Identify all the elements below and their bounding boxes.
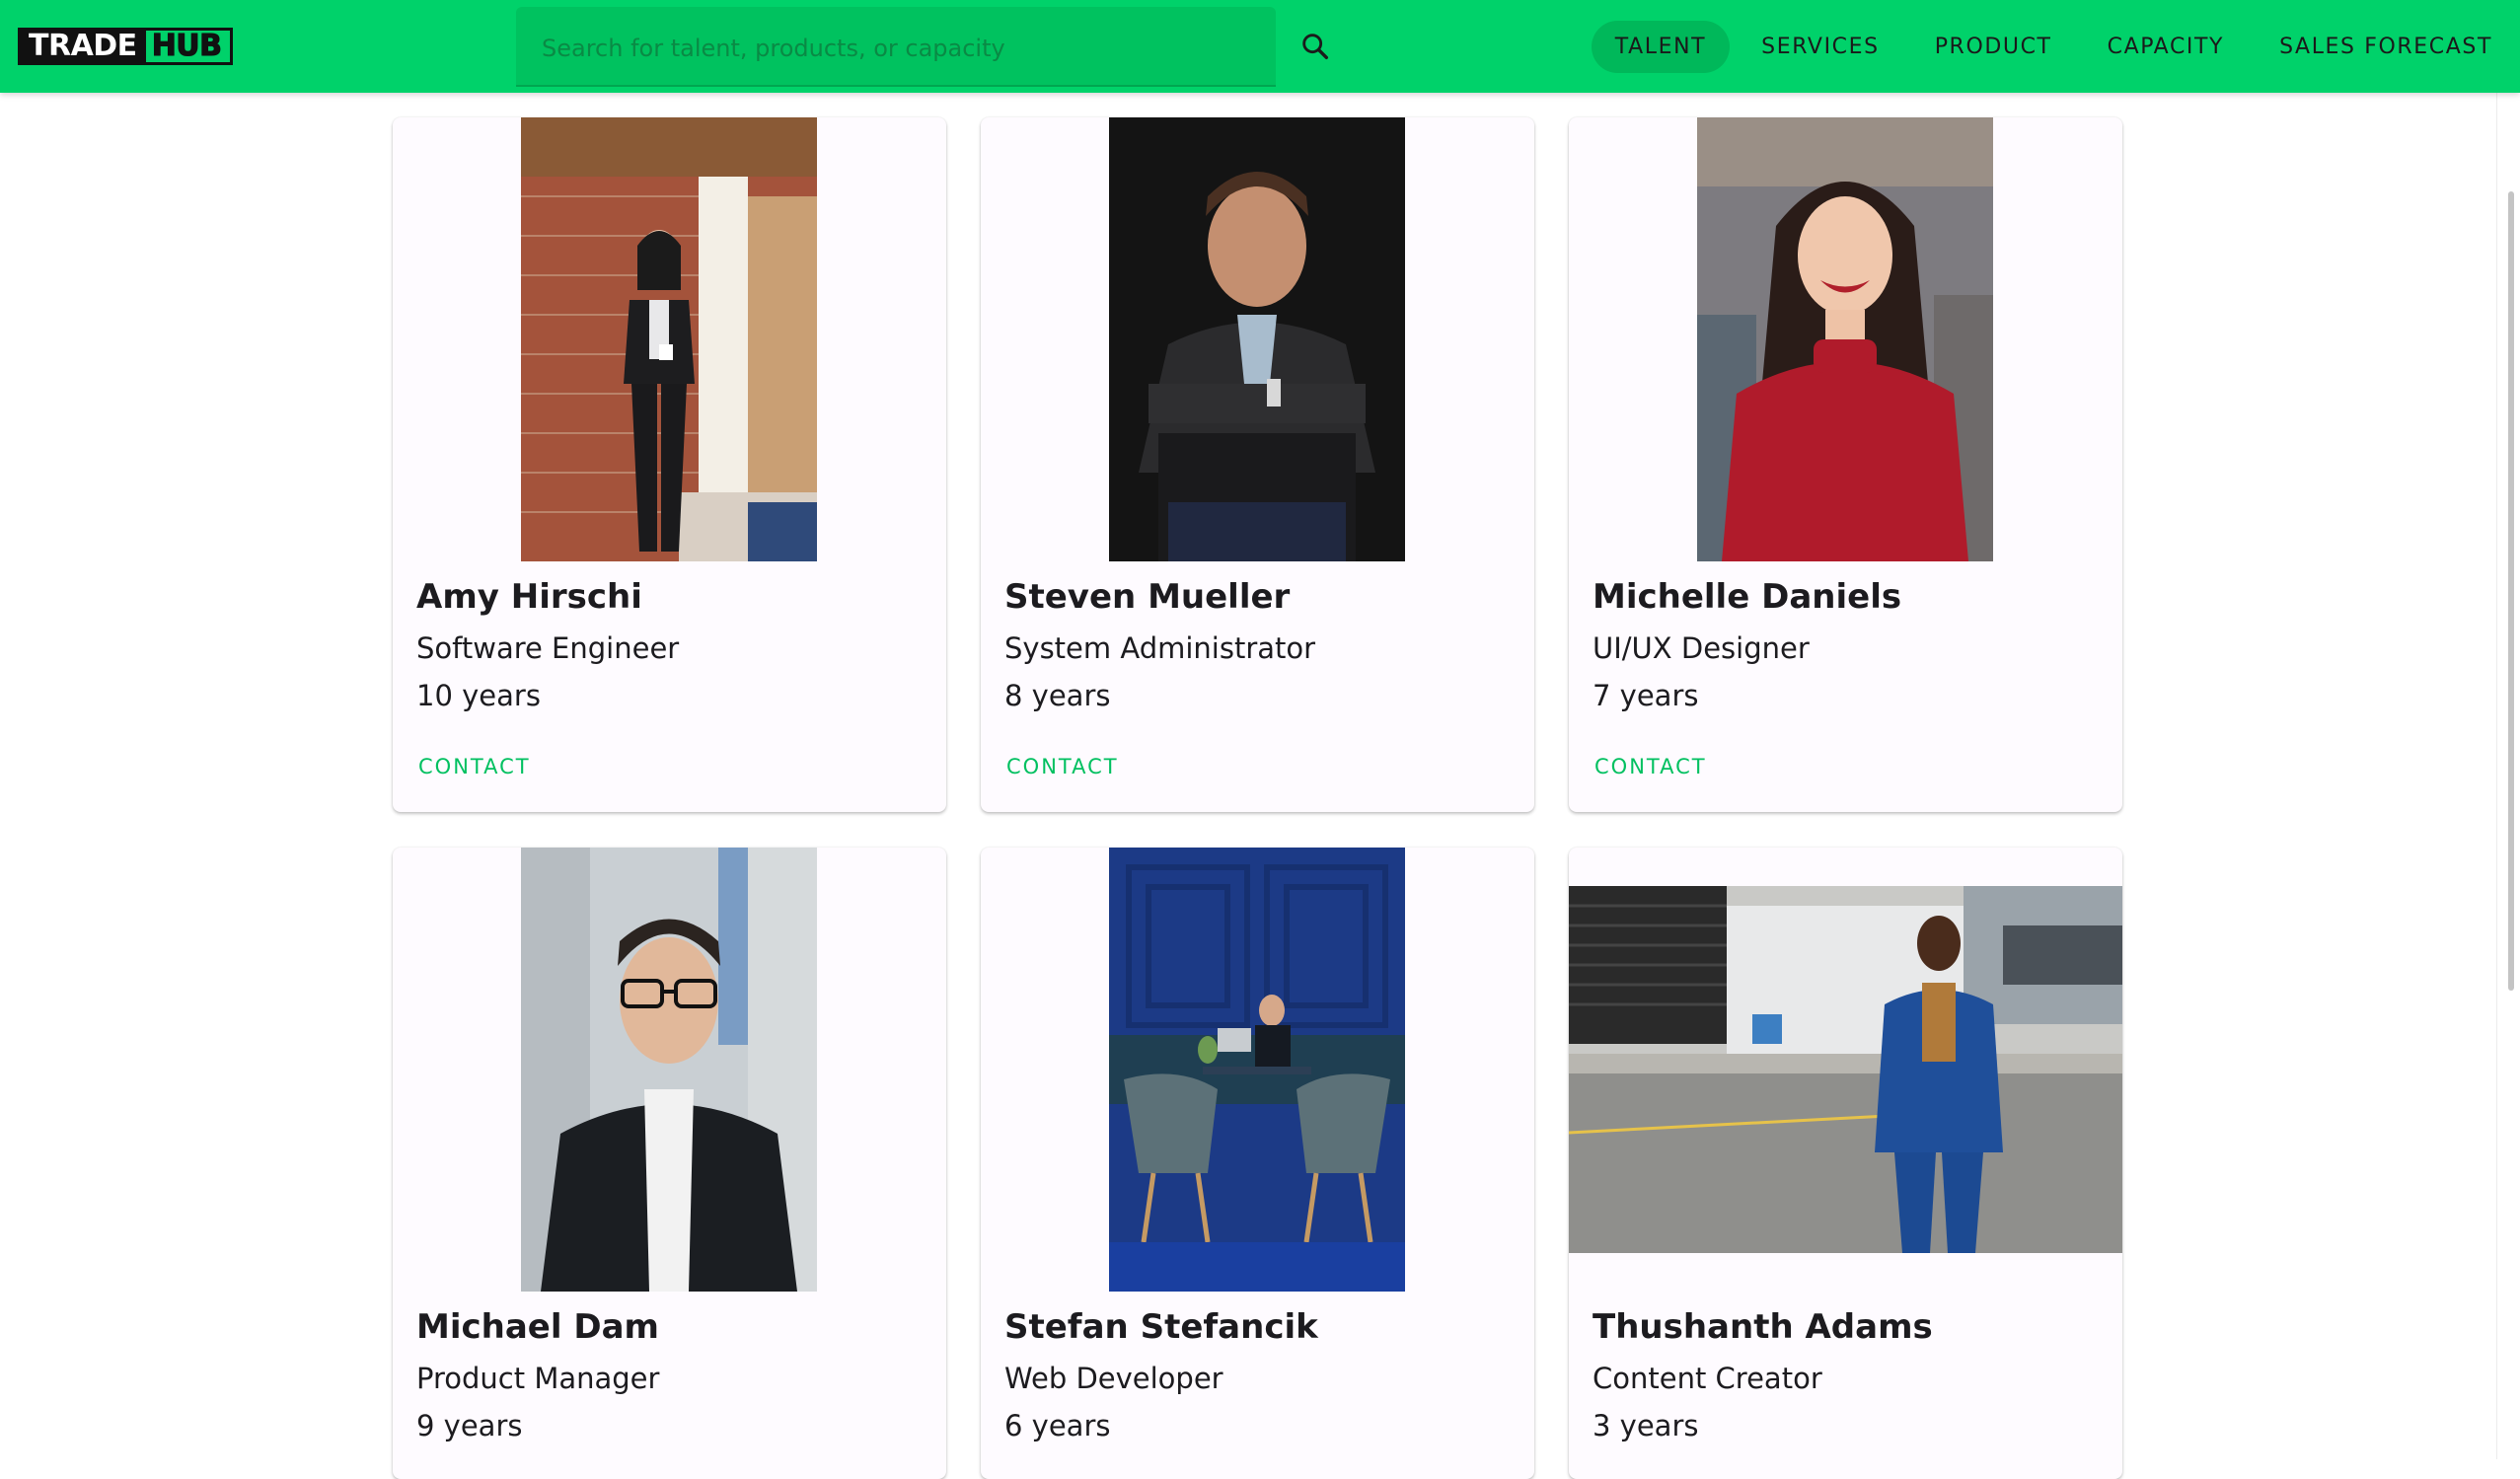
talent-experience: 10 years	[416, 679, 541, 712]
logo-text-hub: HUB	[145, 28, 233, 65]
contact-button[interactable]: CONTACT	[407, 747, 543, 786]
talent-experience: 7 years	[1593, 679, 1699, 712]
talent-name: Michael Dam	[416, 1307, 659, 1347]
talent-name: Amy Hirschi	[416, 577, 642, 617]
logo-text-trade: TRADE	[18, 28, 146, 65]
talent-role: Web Developer	[1004, 1362, 1223, 1395]
main-nav: TALENT SERVICES PRODUCT CAPACITY SALES F…	[1588, 0, 2520, 93]
talent-name: Michelle Daniels	[1593, 577, 1902, 617]
talent-name: Steven Mueller	[1004, 577, 1291, 617]
talent-card: Thushanth Adams Content Creator 3 years	[1569, 848, 2122, 1479]
profile-photo	[1697, 117, 1993, 561]
tab-talent[interactable]: TALENT	[1591, 20, 1731, 73]
talent-role: System Administrator	[1004, 631, 1316, 665]
talent-experience: 8 years	[1004, 679, 1111, 712]
talent-card: Amy Hirschi Software Engineer 10 years C…	[393, 117, 946, 812]
talent-role: Product Manager	[416, 1362, 660, 1395]
tab-capacity[interactable]: CAPACITY	[2084, 21, 2248, 73]
talent-card: Michelle Daniels UI/UX Designer 7 years …	[1569, 117, 2122, 812]
profile-photo	[521, 848, 817, 1292]
contact-button[interactable]: CONTACT	[1583, 747, 1719, 786]
tradehub-logo[interactable]: TRADE HUB	[18, 28, 233, 65]
search-icon[interactable]	[1298, 30, 1332, 63]
profile-photo	[1109, 117, 1405, 561]
search-field[interactable]	[516, 7, 1276, 87]
app-bar: TRADEHUB TALENT SERVICES PRODUCT CAPACIT…	[0, 0, 2520, 93]
talent-experience: 9 years	[416, 1409, 523, 1442]
tab-sales-forecast[interactable]: SALES FORECAST	[2256, 21, 2516, 73]
tab-product[interactable]: PRODUCT	[1911, 21, 2076, 73]
talent-experience: 3 years	[1593, 1409, 1699, 1442]
profile-photo	[521, 117, 817, 561]
tab-services[interactable]: SERVICES	[1738, 21, 1903, 73]
talent-card: Steven Mueller System Administrator 8 ye…	[981, 117, 1534, 812]
search-input[interactable]	[540, 29, 1250, 68]
talent-name: Stefan Stefancik	[1004, 1307, 1318, 1347]
talent-role: Software Engineer	[416, 631, 680, 665]
contact-button[interactable]: CONTACT	[995, 747, 1131, 786]
talent-name: Thushanth Adams	[1593, 1307, 1933, 1347]
scrollbar-track[interactable]	[2496, 93, 2520, 1459]
scrollbar-thumb[interactable]	[2508, 191, 2514, 991]
profile-photo	[1109, 848, 1405, 1292]
talent-role: UI/UX Designer	[1593, 631, 1810, 665]
talent-role: Content Creator	[1593, 1362, 1822, 1395]
talent-card: Stefan Stefancik Web Developer 6 years	[981, 848, 1534, 1479]
profile-photo	[1569, 886, 2122, 1253]
talent-experience: 6 years	[1004, 1409, 1111, 1442]
talent-card: Michael Dam Product Manager 9 years	[393, 848, 946, 1479]
